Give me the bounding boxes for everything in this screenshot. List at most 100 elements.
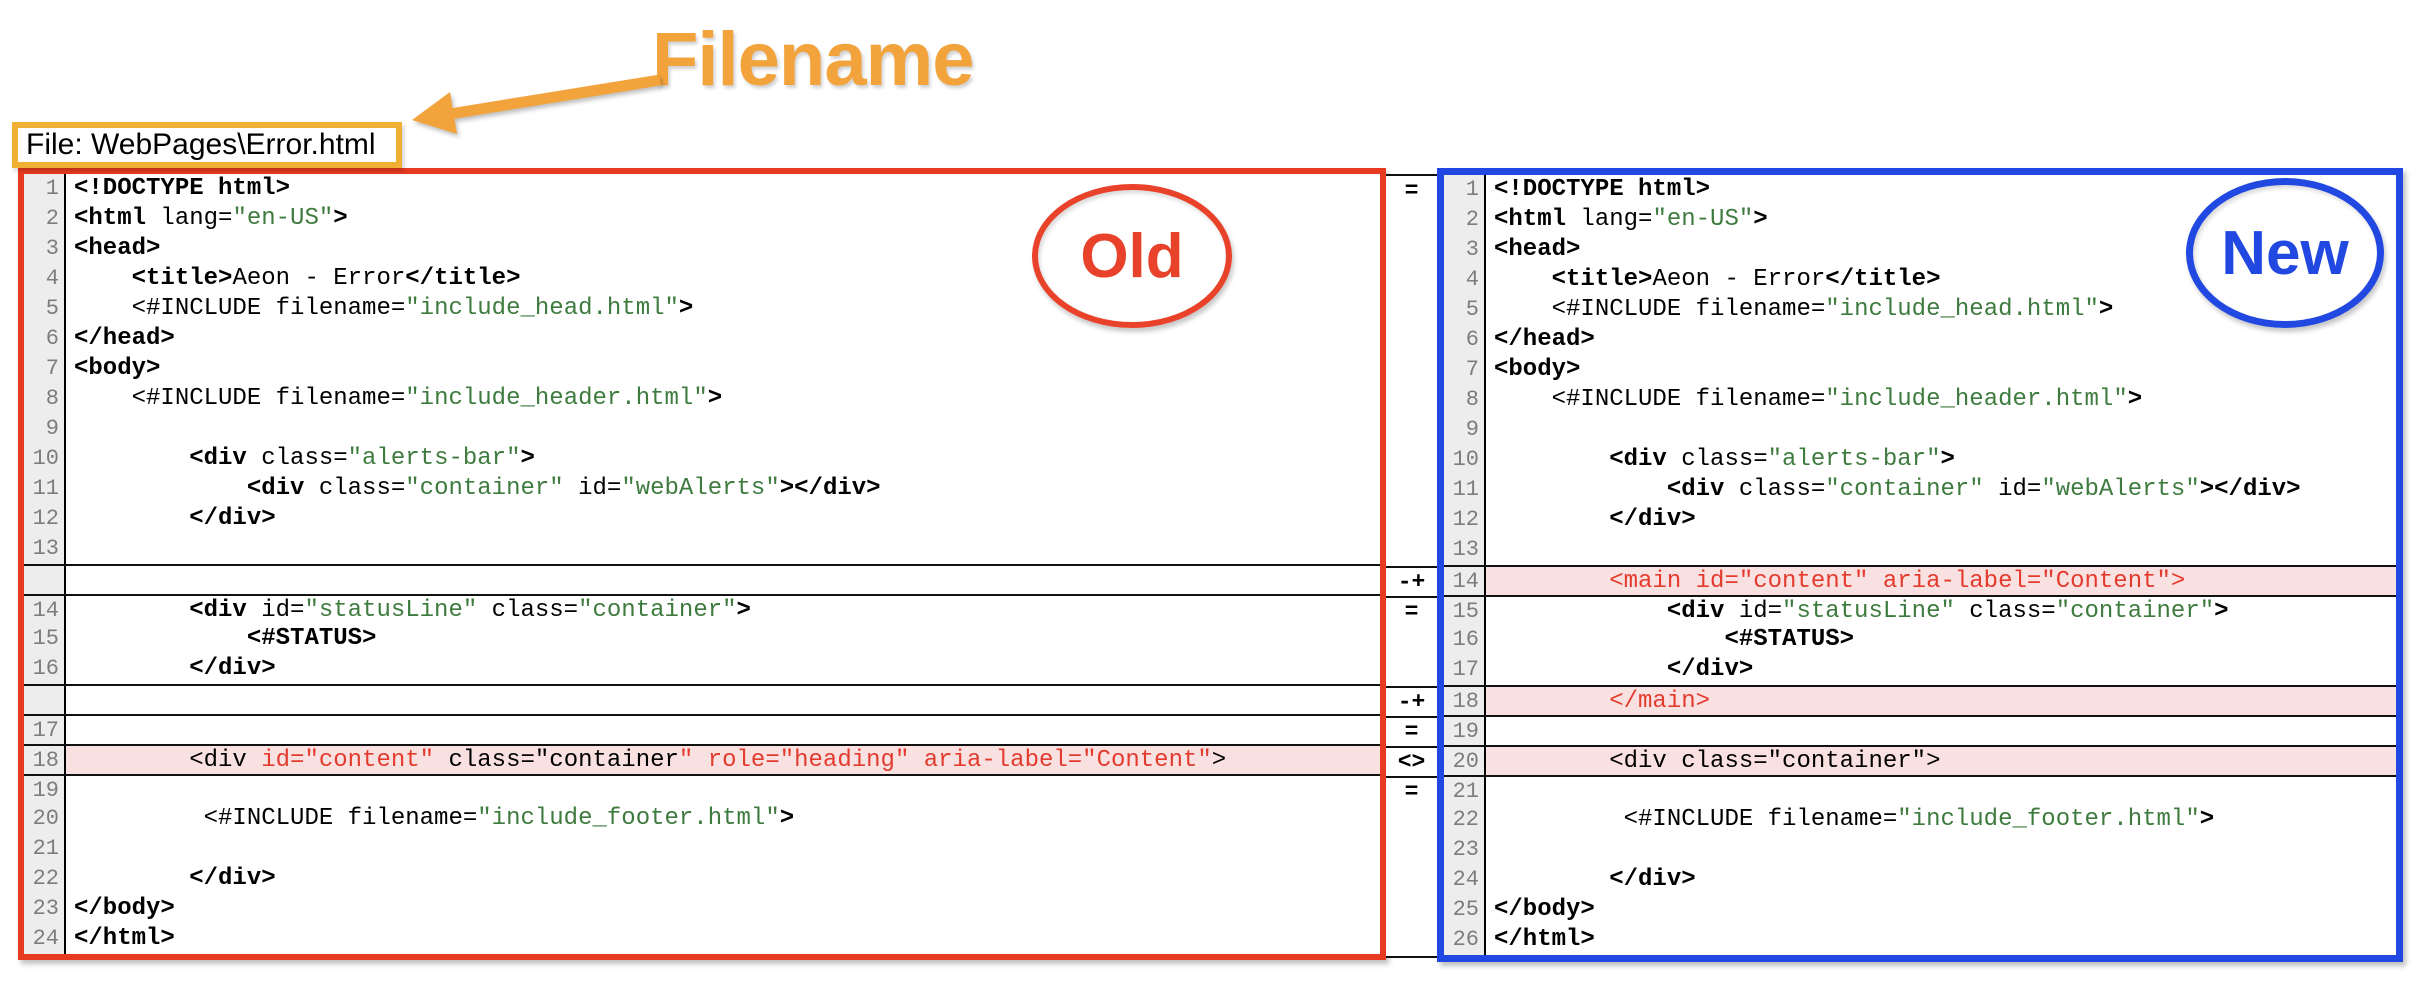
diff-marker [1386,236,1437,266]
code-line: <#INCLUDE filename="include_footer.html"… [1486,805,2396,835]
code-line: <div class="container" id="webAlerts"></… [66,474,1380,504]
code-line: <div class="alerts-bar"> [66,444,1380,474]
line-number: 23 [1444,835,1486,865]
code-line [66,716,1380,744]
line-number: 3 [1444,235,1486,265]
code-line: </div> [66,654,1380,684]
diff-marker [1386,656,1437,686]
diff-marker: -+ [1386,686,1437,716]
line-number: 16 [1444,625,1486,655]
line-number: 4 [24,264,66,294]
old-diff-row: 21 [24,834,1380,864]
code-line: <#INCLUDE filename="include_header.html"… [66,384,1380,414]
code-line: </div> [66,864,1380,894]
code-line: <div id="statusLine" class="container"> [66,596,1380,624]
old-diff-row: 19 [24,774,1380,804]
new-diff-row: 8 <#INCLUDE filename="include_header.htm… [1444,385,2396,415]
code-line [1486,415,2396,445]
code-line: <div id="statusLine" class="container"> [1486,597,2396,625]
code-line [1486,717,2396,745]
filename-arrow [398,52,668,147]
line-number: 6 [1444,325,1486,355]
line-number: 18 [24,746,66,774]
line-number: 1 [1444,175,1486,205]
diff-marker-column: =-+=-+=<>= [1386,174,1437,958]
diff-marker: = [1386,776,1437,806]
line-number: 17 [24,716,66,744]
new-diff-row: 11 <div class="container" id="webAlerts"… [1444,475,2396,505]
line-number: 11 [1444,475,1486,505]
line-number: 19 [24,776,66,804]
line-number: 10 [1444,445,1486,475]
code-line: <div class="container" id="webAlerts"></… [1486,475,2396,505]
diff-marker [1386,386,1437,416]
code-line: <#INCLUDE filename="include_header.html"… [1486,385,2396,415]
line-number: 24 [24,924,66,954]
old-diff-row: 9 [24,414,1380,444]
code-line: <#STATUS> [66,624,1380,654]
code-line: </head> [1486,325,2396,355]
filename-callout-label: Filename [652,16,973,103]
old-diff-row: 11 <div class="container" id="webAlerts"… [24,474,1380,504]
code-line: <#STATUS> [1486,625,2396,655]
old-diff-row: 6</head> [24,324,1380,354]
new-badge: New [2186,178,2384,328]
diff-marker: = [1386,176,1437,206]
diff-tool-screenshot: Filename File: WebPages\Error.html 1<!DO… [0,0,2414,1000]
code-line [66,566,1380,594]
code-line [66,686,1380,714]
line-number: 13 [1444,535,1486,565]
line-number [24,686,66,714]
new-diff-row: 13 [1444,535,2396,565]
line-number: 20 [24,804,66,834]
line-number: 5 [1444,295,1486,325]
code-line: <body> [1486,355,2396,385]
new-diff-row: 14 <main id="content" aria-label="Conten… [1444,565,2396,595]
line-number: 3 [24,234,66,264]
old-diff-row: 24</html> [24,924,1380,954]
line-number: 22 [24,864,66,894]
diff-marker [1386,476,1437,506]
old-diff-row [24,564,1380,594]
line-number: 14 [24,596,66,624]
old-diff-row: 18 <div id="content" class="container" r… [24,744,1380,774]
old-diff-row: 16 </div> [24,654,1380,684]
new-diff-row: 9 [1444,415,2396,445]
code-line: </main> [1486,687,2396,715]
diff-marker [1386,326,1437,356]
new-diff-row: 17 </div> [1444,655,2396,685]
diff-marker [1386,836,1437,866]
code-line: </html> [66,924,1380,954]
code-line: </div> [66,504,1380,534]
code-line: <#INCLUDE filename="include_footer.html"… [66,804,1380,834]
new-diff-row: 25</body> [1444,895,2396,925]
code-line [66,834,1380,864]
diff-marker [1386,296,1437,326]
old-diff-row [24,684,1380,714]
diff-marker [1386,866,1437,896]
code-line: <body> [66,354,1380,384]
code-line: </body> [66,894,1380,924]
new-diff-row: 20 <div class="container"> [1444,745,2396,775]
line-number: 13 [24,534,66,564]
old-diff-row: 14 <div id="statusLine" class="container… [24,594,1380,624]
old-diff-row: 10 <div class="alerts-bar"> [24,444,1380,474]
old-diff-row: 13 [24,534,1380,564]
code-line: </head> [66,324,1380,354]
line-number: 19 [1444,717,1486,745]
line-number: 18 [1444,687,1486,715]
code-line: <main id="content" aria-label="Content"> [1486,567,2396,595]
new-diff-row: 10 <div class="alerts-bar"> [1444,445,2396,475]
diff-marker [1386,506,1437,536]
code-line: <div class="alerts-bar"> [1486,445,2396,475]
line-number: 10 [24,444,66,474]
code-line [1486,835,2396,865]
code-line: </html> [1486,925,2396,955]
line-number: 5 [24,294,66,324]
code-line [66,776,1380,804]
diff-marker [1386,446,1437,476]
line-number: 25 [1444,895,1486,925]
code-line: <div class="container"> [1486,747,2396,775]
diff-marker [1386,356,1437,386]
new-diff-row: 26</html> [1444,925,2396,955]
